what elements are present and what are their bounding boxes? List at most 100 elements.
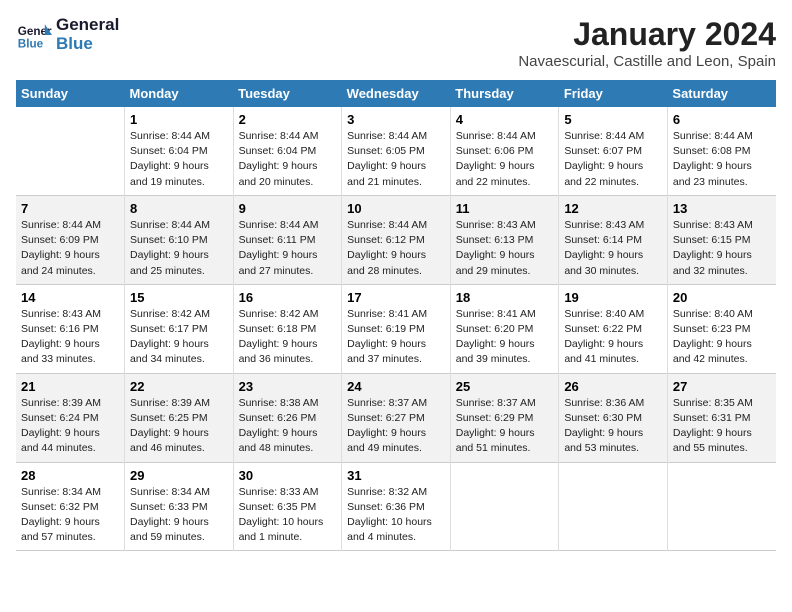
- day-number: 15: [130, 290, 228, 305]
- calendar-table: SundayMondayTuesdayWednesdayThursdayFrid…: [16, 80, 776, 551]
- day-number: 18: [456, 290, 554, 305]
- week-row-4: 21 Sunrise: 8:39 AMSunset: 6:24 PMDaylig…: [16, 373, 776, 462]
- day-info: Sunrise: 8:34 AMSunset: 6:32 PMDaylight:…: [21, 485, 119, 546]
- day-info: Sunrise: 8:37 AMSunset: 6:29 PMDaylight:…: [456, 396, 554, 457]
- day-number: 9: [239, 201, 337, 216]
- day-number: 31: [347, 468, 445, 483]
- day-cell: 29 Sunrise: 8:34 AMSunset: 6:33 PMDaylig…: [125, 462, 234, 551]
- day-cell: 2 Sunrise: 8:44 AMSunset: 6:04 PMDayligh…: [233, 107, 342, 195]
- logo-line1: General: [56, 16, 119, 35]
- day-number: 23: [239, 379, 337, 394]
- day-number: 11: [456, 201, 554, 216]
- day-cell: [16, 107, 125, 195]
- day-number: 24: [347, 379, 445, 394]
- day-info: Sunrise: 8:43 AMSunset: 6:14 PMDaylight:…: [564, 218, 662, 279]
- week-row-5: 28 Sunrise: 8:34 AMSunset: 6:32 PMDaylig…: [16, 462, 776, 551]
- day-info: Sunrise: 8:42 AMSunset: 6:18 PMDaylight:…: [239, 307, 337, 368]
- day-info: Sunrise: 8:37 AMSunset: 6:27 PMDaylight:…: [347, 396, 445, 457]
- day-cell: 24 Sunrise: 8:37 AMSunset: 6:27 PMDaylig…: [342, 373, 451, 462]
- day-number: 13: [673, 201, 771, 216]
- page-title: January 2024: [518, 16, 776, 53]
- day-info: Sunrise: 8:36 AMSunset: 6:30 PMDaylight:…: [564, 396, 662, 457]
- day-cell: 22 Sunrise: 8:39 AMSunset: 6:25 PMDaylig…: [125, 373, 234, 462]
- day-info: Sunrise: 8:44 AMSunset: 6:04 PMDaylight:…: [130, 129, 228, 190]
- day-number: 29: [130, 468, 228, 483]
- day-number: 6: [673, 112, 771, 127]
- day-info: Sunrise: 8:32 AMSunset: 6:36 PMDaylight:…: [347, 485, 445, 546]
- day-number: 26: [564, 379, 662, 394]
- day-info: Sunrise: 8:39 AMSunset: 6:24 PMDaylight:…: [21, 396, 119, 457]
- day-info: Sunrise: 8:38 AMSunset: 6:26 PMDaylight:…: [239, 396, 337, 457]
- day-info: Sunrise: 8:33 AMSunset: 6:35 PMDaylight:…: [239, 485, 337, 546]
- day-cell: 8 Sunrise: 8:44 AMSunset: 6:10 PMDayligh…: [125, 195, 234, 284]
- day-number: 10: [347, 201, 445, 216]
- day-info: Sunrise: 8:43 AMSunset: 6:16 PMDaylight:…: [21, 307, 119, 368]
- day-number: 28: [21, 468, 119, 483]
- day-info: Sunrise: 8:41 AMSunset: 6:20 PMDaylight:…: [456, 307, 554, 368]
- day-cell: 17 Sunrise: 8:41 AMSunset: 6:19 PMDaylig…: [342, 284, 451, 373]
- day-number: 16: [239, 290, 337, 305]
- day-cell: 6 Sunrise: 8:44 AMSunset: 6:08 PMDayligh…: [667, 107, 776, 195]
- header-cell-thursday: Thursday: [450, 80, 559, 107]
- day-cell: 11 Sunrise: 8:43 AMSunset: 6:13 PMDaylig…: [450, 195, 559, 284]
- day-cell: 23 Sunrise: 8:38 AMSunset: 6:26 PMDaylig…: [233, 373, 342, 462]
- day-cell: 14 Sunrise: 8:43 AMSunset: 6:16 PMDaylig…: [16, 284, 125, 373]
- svg-text:Blue: Blue: [18, 37, 44, 50]
- day-cell: 20 Sunrise: 8:40 AMSunset: 6:23 PMDaylig…: [667, 284, 776, 373]
- day-info: Sunrise: 8:44 AMSunset: 6:11 PMDaylight:…: [239, 218, 337, 279]
- day-cell: 21 Sunrise: 8:39 AMSunset: 6:24 PMDaylig…: [16, 373, 125, 462]
- day-cell: 12 Sunrise: 8:43 AMSunset: 6:14 PMDaylig…: [559, 195, 668, 284]
- day-info: Sunrise: 8:44 AMSunset: 6:10 PMDaylight:…: [130, 218, 228, 279]
- day-number: 4: [456, 112, 554, 127]
- day-info: Sunrise: 8:43 AMSunset: 6:13 PMDaylight:…: [456, 218, 554, 279]
- day-number: 14: [21, 290, 119, 305]
- header: General Blue General Blue January 2024 N…: [16, 16, 776, 70]
- day-number: 7: [21, 201, 119, 216]
- header-cell-saturday: Saturday: [667, 80, 776, 107]
- day-cell: [559, 462, 668, 551]
- day-cell: 18 Sunrise: 8:41 AMSunset: 6:20 PMDaylig…: [450, 284, 559, 373]
- day-info: Sunrise: 8:41 AMSunset: 6:19 PMDaylight:…: [347, 307, 445, 368]
- day-cell: 7 Sunrise: 8:44 AMSunset: 6:09 PMDayligh…: [16, 195, 125, 284]
- day-cell: 15 Sunrise: 8:42 AMSunset: 6:17 PMDaylig…: [125, 284, 234, 373]
- day-cell: 31 Sunrise: 8:32 AMSunset: 6:36 PMDaylig…: [342, 462, 451, 551]
- logo-line2: Blue: [56, 35, 119, 54]
- day-cell: 28 Sunrise: 8:34 AMSunset: 6:32 PMDaylig…: [16, 462, 125, 551]
- day-info: Sunrise: 8:35 AMSunset: 6:31 PMDaylight:…: [673, 396, 771, 457]
- week-row-3: 14 Sunrise: 8:43 AMSunset: 6:16 PMDaylig…: [16, 284, 776, 373]
- day-cell: 19 Sunrise: 8:40 AMSunset: 6:22 PMDaylig…: [559, 284, 668, 373]
- day-number: 22: [130, 379, 228, 394]
- day-info: Sunrise: 8:44 AMSunset: 6:07 PMDaylight:…: [564, 129, 662, 190]
- page-subtitle: Navaescurial, Castille and Leon, Spain: [518, 53, 776, 70]
- header-cell-friday: Friday: [559, 80, 668, 107]
- logo: General Blue General Blue: [16, 16, 119, 53]
- day-number: 5: [564, 112, 662, 127]
- day-number: 3: [347, 112, 445, 127]
- day-number: 19: [564, 290, 662, 305]
- day-info: Sunrise: 8:40 AMSunset: 6:23 PMDaylight:…: [673, 307, 771, 368]
- header-cell-tuesday: Tuesday: [233, 80, 342, 107]
- day-info: Sunrise: 8:44 AMSunset: 6:05 PMDaylight:…: [347, 129, 445, 190]
- day-info: Sunrise: 8:44 AMSunset: 6:09 PMDaylight:…: [21, 218, 119, 279]
- day-info: Sunrise: 8:43 AMSunset: 6:15 PMDaylight:…: [673, 218, 771, 279]
- day-info: Sunrise: 8:42 AMSunset: 6:17 PMDaylight:…: [130, 307, 228, 368]
- day-number: 12: [564, 201, 662, 216]
- day-cell: 25 Sunrise: 8:37 AMSunset: 6:29 PMDaylig…: [450, 373, 559, 462]
- day-cell: 16 Sunrise: 8:42 AMSunset: 6:18 PMDaylig…: [233, 284, 342, 373]
- week-row-2: 7 Sunrise: 8:44 AMSunset: 6:09 PMDayligh…: [16, 195, 776, 284]
- day-cell: 10 Sunrise: 8:44 AMSunset: 6:12 PMDaylig…: [342, 195, 451, 284]
- day-number: 25: [456, 379, 554, 394]
- day-info: Sunrise: 8:44 AMSunset: 6:12 PMDaylight:…: [347, 218, 445, 279]
- day-cell: 3 Sunrise: 8:44 AMSunset: 6:05 PMDayligh…: [342, 107, 451, 195]
- day-cell: [450, 462, 559, 551]
- logo-icon: General Blue: [16, 17, 52, 53]
- header-cell-sunday: Sunday: [16, 80, 125, 107]
- day-cell: 30 Sunrise: 8:33 AMSunset: 6:35 PMDaylig…: [233, 462, 342, 551]
- day-cell: 5 Sunrise: 8:44 AMSunset: 6:07 PMDayligh…: [559, 107, 668, 195]
- day-info: Sunrise: 8:39 AMSunset: 6:25 PMDaylight:…: [130, 396, 228, 457]
- week-row-1: 1 Sunrise: 8:44 AMSunset: 6:04 PMDayligh…: [16, 107, 776, 195]
- day-info: Sunrise: 8:34 AMSunset: 6:33 PMDaylight:…: [130, 485, 228, 546]
- day-info: Sunrise: 8:40 AMSunset: 6:22 PMDaylight:…: [564, 307, 662, 368]
- day-number: 17: [347, 290, 445, 305]
- day-number: 21: [21, 379, 119, 394]
